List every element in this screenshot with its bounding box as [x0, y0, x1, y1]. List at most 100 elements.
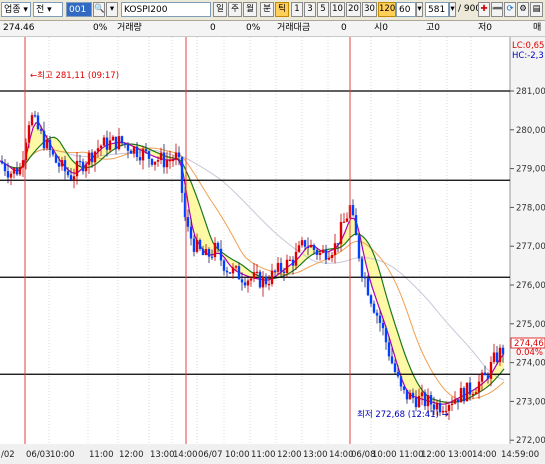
zoom-out-icon[interactable]: ➖	[491, 2, 503, 17]
period-month-button[interactable]: 월	[243, 2, 257, 17]
candle-body	[474, 392, 478, 395]
candle-body	[345, 218, 349, 222]
candle-body	[87, 152, 91, 165]
zoom-in-icon[interactable]: ✚	[478, 2, 490, 17]
candle-body	[396, 371, 400, 377]
time-tick-label: 12:00	[119, 450, 144, 460]
period-day-button[interactable]: 일	[213, 2, 227, 17]
candle-body	[201, 248, 205, 256]
time-tick-label: 10:00	[225, 450, 250, 460]
candle-body	[180, 157, 184, 193]
minute-1-button[interactable]: 1	[291, 2, 303, 17]
candle-body	[426, 395, 430, 407]
candle-body	[219, 248, 223, 261]
time-tick-label: 11:00	[399, 450, 424, 460]
candle-body	[375, 312, 379, 316]
candle-body	[126, 144, 130, 151]
candle-body	[489, 361, 493, 379]
candle-body	[294, 251, 298, 266]
count-spin-icon[interactable]: ▾	[449, 2, 456, 17]
candle-body	[186, 217, 190, 227]
candle-body	[48, 139, 52, 150]
chart-type-icon[interactable]: ▤	[530, 2, 543, 17]
candle-body	[339, 222, 343, 245]
candle-body	[72, 176, 76, 180]
candle-body	[66, 171, 70, 176]
period-minute-button[interactable]: 분	[260, 2, 274, 17]
candle-body	[360, 258, 364, 278]
candle-body	[189, 226, 193, 239]
candle-body	[117, 136, 121, 150]
minute-3-button[interactable]: 3	[304, 2, 316, 17]
candle-body	[468, 382, 472, 395]
current-change: 0.04%	[516, 348, 543, 358]
count-input[interactable]: 581	[425, 2, 449, 17]
volume-pct: 0%	[246, 23, 261, 33]
candle-body	[9, 173, 13, 178]
time-tick-label: 06/03	[26, 450, 51, 460]
interval-input[interactable]: 60	[396, 2, 416, 17]
volume-value: 0	[210, 23, 216, 33]
category-select[interactable]: 업종 ▾	[1, 2, 31, 17]
candle-body	[75, 160, 79, 177]
candle-body	[150, 158, 154, 165]
high-label: 고0	[426, 23, 441, 33]
candle-body	[51, 149, 55, 155]
refresh-icon[interactable]: ⟳	[504, 2, 516, 17]
candle-body	[393, 363, 397, 372]
candle-body	[0, 160, 4, 164]
candle-body	[156, 160, 160, 162]
price-axis-panel	[510, 37, 545, 444]
candle-body	[417, 396, 421, 408]
code-input[interactable]: 001	[66, 2, 92, 17]
minute-10-button[interactable]: 10	[330, 2, 345, 17]
candle-body	[363, 277, 367, 279]
candle-body	[54, 154, 58, 163]
candle-body	[90, 152, 94, 163]
candle-body	[273, 270, 277, 272]
minute-5-button[interactable]: 5	[317, 2, 329, 17]
candle-body	[114, 136, 118, 150]
price-tick-label: 275,00	[516, 320, 545, 330]
candle-body	[453, 399, 457, 404]
price-tick-label: 273,00	[516, 397, 545, 407]
price-tick-label: 277,00	[516, 242, 545, 252]
price-tick-label: 279,00	[516, 165, 545, 175]
candle-body	[105, 137, 109, 150]
time-tick-label: 12:00	[421, 450, 446, 460]
minute-30-button[interactable]: 30	[362, 2, 377, 17]
candle-body	[243, 282, 247, 286]
candle-body	[171, 159, 175, 162]
candle-body	[378, 315, 382, 323]
candle-body	[495, 352, 499, 363]
candle-body	[204, 249, 208, 256]
dropdown-icon[interactable]: ▾	[106, 2, 118, 17]
candle-body	[153, 161, 157, 165]
candle-body	[96, 148, 100, 152]
period-week-button[interactable]: 주	[228, 2, 242, 17]
candle-body	[342, 221, 346, 223]
candle-body	[129, 150, 133, 154]
interval-spin-icon[interactable]: ▾	[416, 2, 423, 17]
price-tick-label: 276,00	[516, 281, 545, 291]
candle-body	[33, 115, 37, 117]
market-select[interactable]: 전 ▾	[33, 2, 63, 17]
minute-20-button[interactable]: 20	[346, 2, 361, 17]
candle-body	[366, 278, 370, 296]
candle-body	[282, 271, 286, 273]
settings-icon[interactable]: ⚙	[517, 2, 529, 17]
high-annotation: ←최고 281,11 (09:17)	[30, 70, 119, 81]
price-tick-label: 280,00	[516, 126, 545, 136]
candle-body	[60, 160, 64, 167]
candle-body	[312, 244, 316, 250]
price-chart[interactable]: 281,00 280,00 279,00 278,00 277,00 276,00 275,…	[0, 37, 545, 464]
time-tick-label: 13:00	[303, 450, 328, 460]
minute-120-button[interactable]: 120	[378, 2, 396, 17]
search-icon[interactable]: 🔍	[93, 2, 105, 17]
candle-body	[297, 245, 301, 252]
period-tick-button[interactable]: 틱	[275, 2, 289, 17]
candle-body	[57, 162, 61, 167]
candle-body	[147, 151, 151, 159]
candle-body	[42, 130, 46, 149]
candle-body	[177, 152, 181, 158]
